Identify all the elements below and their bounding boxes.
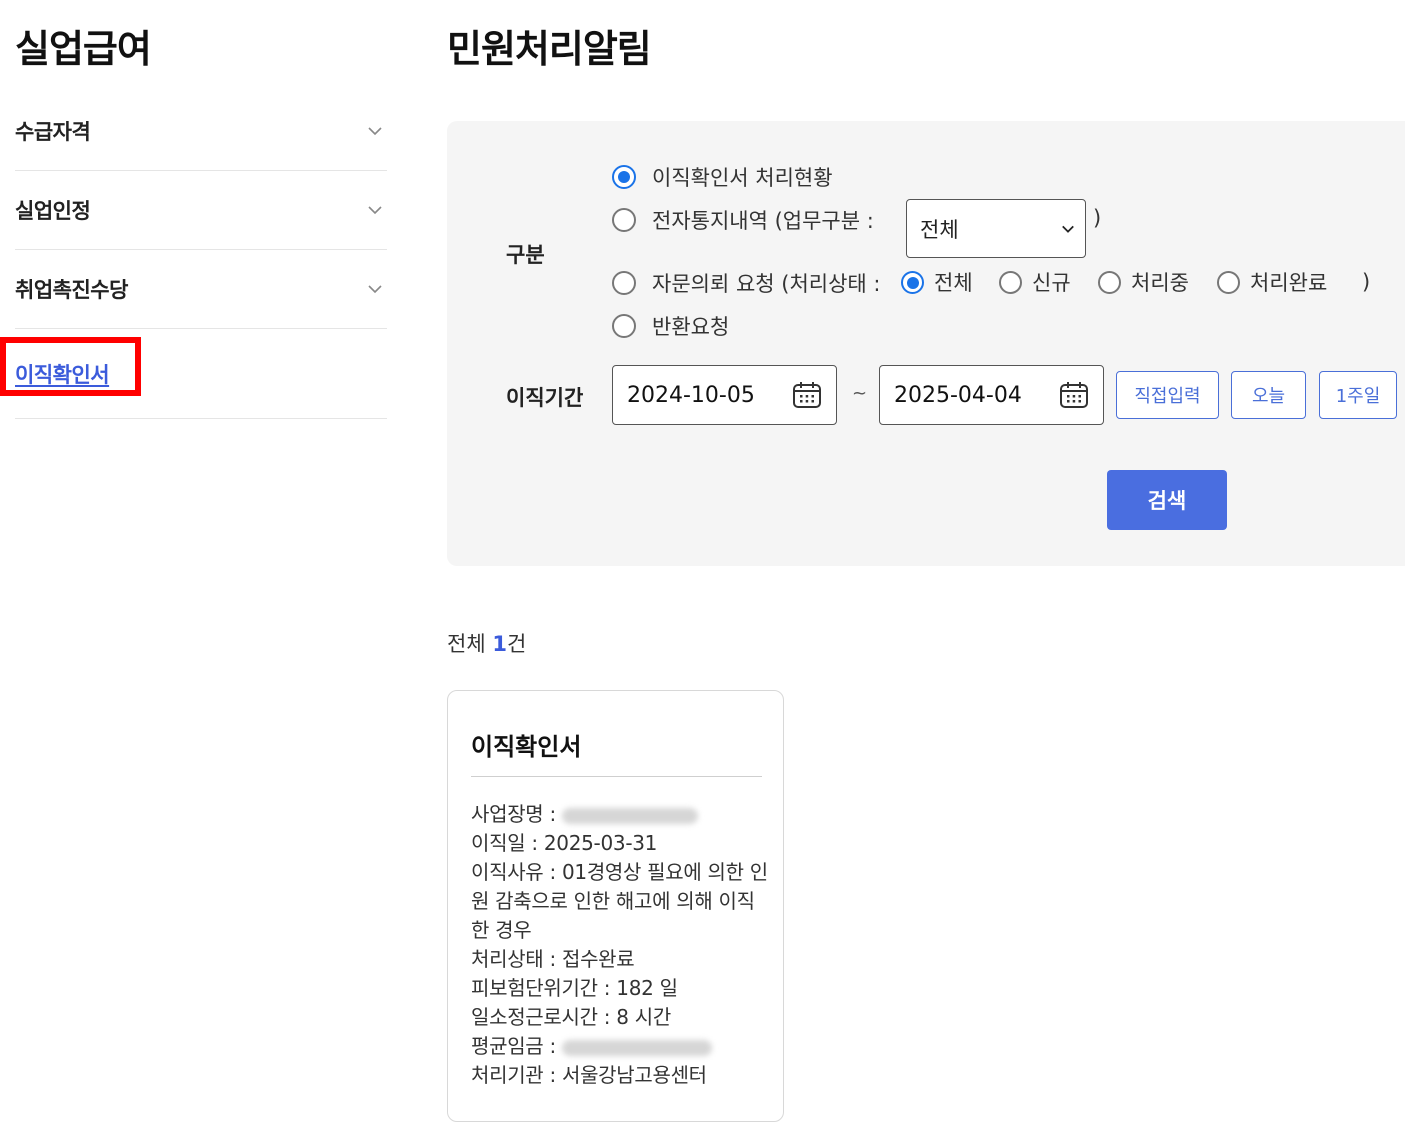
end-date-input[interactable]: 2025-04-04 <box>879 365 1104 425</box>
sidebar-item-separation-certificate[interactable]: 이직확인서 <box>15 329 387 419</box>
page-title: 민원처리알림 <box>447 27 652 71</box>
insured-period-label: 피보험단위기간 : <box>471 976 611 1000</box>
card-divider <box>471 776 762 777</box>
chevron-down-icon <box>368 127 382 136</box>
date-range-separator: ~ <box>852 383 868 404</box>
card-row-business: 사업장명 : <box>471 800 771 829</box>
sidebar-title: 실업급여 <box>15 27 152 71</box>
radio-button[interactable] <box>999 270 1022 294</box>
sidebar-item-label: 이직확인서 <box>15 362 110 387</box>
result-card[interactable]: 이직확인서 사업장명 : 이직일 : 2025-03-31 이직사유 : 01경… <box>447 690 784 1122</box>
card-row-work-hours: 일소정근로시간 : 8 시간 <box>471 1003 771 1032</box>
radio-separation-status[interactable]: 이직확인서 처리현황 <box>612 162 833 192</box>
radio-status-all[interactable]: 전체 <box>901 267 973 297</box>
search-button[interactable]: 검색 <box>1107 470 1227 530</box>
search-panel <box>447 121 1405 566</box>
direct-input-button[interactable]: 직접입력 <box>1116 371 1219 419</box>
radio-label: 이직확인서 처리현황 <box>652 166 833 190</box>
period-label: 이직기간 <box>506 386 584 410</box>
sidebar-item-label: 수급자격 <box>15 120 91 144</box>
work-hours-value: 8 시간 <box>616 1005 671 1029</box>
chevron-down-icon <box>368 206 382 215</box>
category-label: 구분 <box>506 243 545 267</box>
leave-date-value: 2025-03-31 <box>543 831 658 855</box>
radio-button[interactable] <box>901 270 924 294</box>
leave-date-label: 이직일 : <box>471 831 538 855</box>
card-body: 사업장명 : 이직일 : 2025-03-31 이직사유 : 01경영상 필요에… <box>471 800 771 1090</box>
calendar-icon[interactable] <box>792 380 822 410</box>
paren-text: ) <box>1093 206 1102 230</box>
card-row-leave-date: 이직일 : 2025-03-31 <box>471 829 771 858</box>
result-prefix: 전체 <box>447 632 493 656</box>
sidebar: 실업급여 수급자격 실업인정 취업촉진수당 이직확인서 <box>0 0 400 1132</box>
card-row-status: 처리상태 : 접수완료 <box>471 945 771 974</box>
status-value: 접수완료 <box>561 947 635 971</box>
agency-value: 서울강남고용센터 <box>561 1063 707 1087</box>
paren-close: ) <box>1093 206 1101 230</box>
card-row-insured-period: 피보험단위기간 : 182 일 <box>471 974 771 1003</box>
radio-label: 신규 <box>1032 271 1071 295</box>
result-suffix: 건 <box>506 632 527 656</box>
radio-advisory-request[interactable]: 자문의뢰 요청 (처리상태 : <box>612 268 881 298</box>
redacted-business-name <box>561 807 698 824</box>
paren-close: ) <box>1362 270 1370 294</box>
work-hours-label: 일소정근로시간 : <box>471 1005 611 1029</box>
card-title: 이직확인서 <box>471 733 582 761</box>
sidebar-item-employment-promotion[interactable]: 취업촉진수당 <box>15 250 387 329</box>
sidebar-menu: 수급자격 실업인정 취업촉진수당 이직확인서 <box>15 92 387 419</box>
sidebar-item-label: 취업촉진수당 <box>15 278 128 302</box>
calendar-icon[interactable] <box>1059 380 1089 410</box>
radio-label: 처리중 <box>1131 271 1189 295</box>
radio-button[interactable] <box>1098 270 1121 294</box>
business-label: 사업장명 : <box>471 802 556 826</box>
result-count: 전체 1건 <box>447 628 526 658</box>
radio-return-request[interactable]: 반환요청 <box>612 311 729 341</box>
radio-label: 반환요청 <box>652 315 730 339</box>
radio-status-completed[interactable]: 처리완료 <box>1217 267 1327 297</box>
chevron-down-icon <box>368 285 382 294</box>
radio-status-processing[interactable]: 처리중 <box>1098 267 1189 297</box>
radio-status-new[interactable]: 신규 <box>999 267 1071 297</box>
sidebar-item-label: 실업인정 <box>15 199 91 223</box>
radio-label: 전자통지내역 (업무구분 : <box>652 209 874 233</box>
start-date-value: 2024-10-05 <box>627 382 755 408</box>
select-value: 전체 <box>920 217 959 242</box>
radio-label: 전체 <box>934 271 973 295</box>
reason-label: 이직사유 : <box>471 860 556 884</box>
radio-label: 처리완료 <box>1250 271 1328 295</box>
work-type-select[interactable]: 전체 <box>906 199 1086 258</box>
radio-button[interactable] <box>1217 270 1240 294</box>
radio-button[interactable] <box>612 271 636 295</box>
today-button[interactable]: 오늘 <box>1231 371 1306 419</box>
radio-label: 자문의뢰 요청 (처리상태 : <box>652 272 881 296</box>
card-row-avg-wage: 평균임금 : <box>471 1032 771 1061</box>
status-label: 처리상태 : <box>471 947 556 971</box>
one-week-button[interactable]: 1주일 <box>1319 371 1397 419</box>
sidebar-item-unemployment-recognition[interactable]: 실업인정 <box>15 171 387 250</box>
insured-period-value: 182 일 <box>616 976 678 1000</box>
radio-button[interactable] <box>612 314 636 338</box>
radio-button[interactable] <box>612 208 636 232</box>
result-count-number: 1 <box>492 632 507 656</box>
sidebar-item-eligibility[interactable]: 수급자격 <box>15 92 387 171</box>
avg-wage-label: 평균임금 : <box>471 1034 556 1058</box>
end-date-value: 2025-04-04 <box>894 382 1022 408</box>
start-date-input[interactable]: 2024-10-05 <box>612 365 837 425</box>
paren-text: ) <box>1362 270 1371 294</box>
card-row-reason: 이직사유 : 01경영상 필요에 의한 인원 감축으로 인한 해고에 의해 이직… <box>471 858 771 945</box>
card-row-agency: 처리기관 : 서울강남고용센터 <box>471 1061 771 1090</box>
agency-label: 처리기관 : <box>471 1063 556 1087</box>
radio-button[interactable] <box>612 165 636 189</box>
redacted-avg-wage <box>561 1039 712 1056</box>
chevron-down-icon <box>1062 225 1074 233</box>
radio-e-notice[interactable]: 전자통지내역 (업무구분 : <box>612 205 874 235</box>
